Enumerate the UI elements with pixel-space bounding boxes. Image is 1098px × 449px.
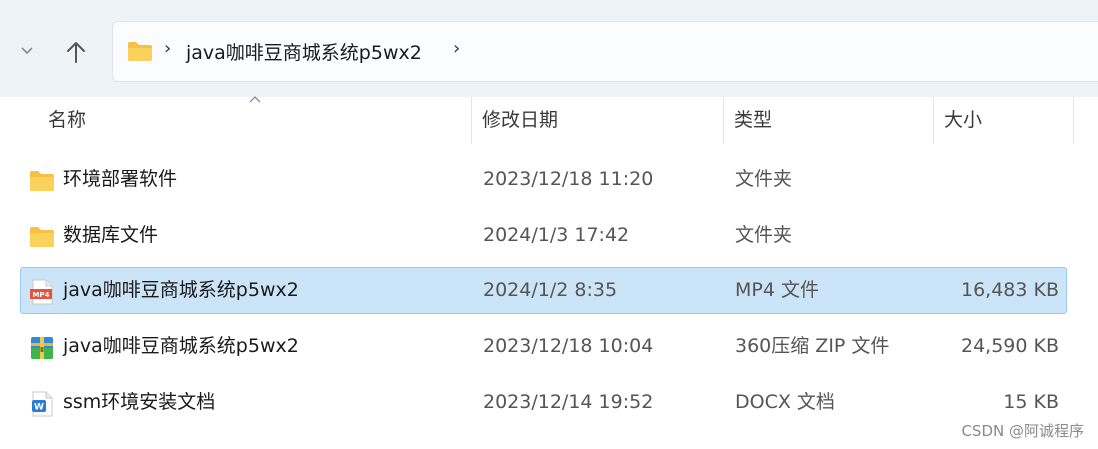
file-row[interactable]: 环境部署软件 2023/12/18 11:20 文件夹 — [20, 156, 1067, 203]
mp4-icon-label: MP4 — [33, 291, 50, 299]
file-name: 环境部署软件 — [63, 168, 178, 190]
file-type: DOCX 文档 — [735, 391, 835, 413]
file-name: 数据库文件 — [63, 224, 159, 246]
file-type: MP4 文件 — [735, 279, 819, 301]
arrow-up-icon — [67, 42, 85, 63]
file-modified-date: 2024/1/2 8:35 — [483, 279, 618, 301]
address-bar[interactable]: › java咖啡豆商城系统p5wx2 › — [112, 21, 1098, 82]
navigation-toolbar: › java咖啡豆商城系统p5wx2 › — [0, 0, 1098, 97]
folder-icon — [30, 227, 54, 247]
breadcrumb-separator[interactable]: › — [164, 38, 171, 59]
column-header-modified[interactable]: 修改日期 — [482, 97, 558, 144]
column-divider[interactable] — [1073, 97, 1074, 144]
sort-ascending-icon — [249, 96, 261, 103]
recent-locations-button[interactable] — [16, 40, 38, 62]
file-modified-date: 2024/1/3 17:42 — [483, 224, 630, 246]
column-header-size[interactable]: 大小 — [944, 97, 982, 144]
file-type: 文件夹 — [735, 168, 793, 190]
column-header-type[interactable]: 类型 — [734, 97, 772, 144]
file-name: java咖啡豆商城系统p5wx2 — [63, 335, 299, 357]
watermark-text: CSDN @阿诚程序 — [961, 422, 1084, 440]
breadcrumb-current-folder[interactable]: java咖啡豆商城系统p5wx2 — [186, 38, 422, 65]
folder-icon — [128, 42, 152, 61]
zip-archive-icon — [31, 337, 53, 359]
file-modified-date: 2023/12/18 10:04 — [483, 335, 654, 357]
file-modified-date: 2023/12/14 19:52 — [483, 391, 654, 413]
file-name: java咖啡豆商城系统p5wx2 — [63, 279, 299, 301]
file-size: 15 KB — [1003, 391, 1059, 413]
column-divider[interactable] — [471, 97, 472, 144]
file-name: ssm环境安装文档 — [63, 391, 216, 413]
folder-icon — [30, 171, 54, 191]
file-type: 360压缩 ZIP 文件 — [735, 335, 890, 357]
file-size: 24,590 KB — [960, 335, 1059, 357]
docx-icon-label: W — [34, 403, 44, 413]
mp4-file-icon: MP4 — [30, 279, 53, 305]
column-header-row: 名称 修改日期 类型 大小 — [0, 96, 1098, 144]
file-row[interactable]: java咖啡豆商城系统p5wx2 2023/12/18 10:04 360压缩 … — [20, 323, 1067, 370]
breadcrumb-expand-chevron[interactable]: › — [453, 38, 460, 59]
file-modified-date: 2023/12/18 11:20 — [483, 168, 654, 190]
file-row-selected[interactable]: MP4 java咖啡豆商城系统p5wx2 2024/1/2 8:35 MP4 文… — [20, 267, 1067, 314]
up-button[interactable] — [62, 38, 90, 66]
file-type: 文件夹 — [735, 224, 793, 246]
column-divider[interactable] — [723, 97, 724, 144]
file-row[interactable]: 数据库文件 2024/1/3 17:42 文件夹 — [20, 212, 1067, 259]
docx-file-icon: W — [32, 391, 53, 417]
column-divider[interactable] — [933, 97, 934, 144]
file-row[interactable]: W ssm环境安装文档 2023/12/14 19:52 DOCX 文档 15 … — [20, 379, 1067, 426]
column-header-name[interactable]: 名称 — [48, 97, 86, 144]
file-size: 16,483 KB — [960, 279, 1059, 301]
chevron-down-icon — [21, 47, 33, 55]
